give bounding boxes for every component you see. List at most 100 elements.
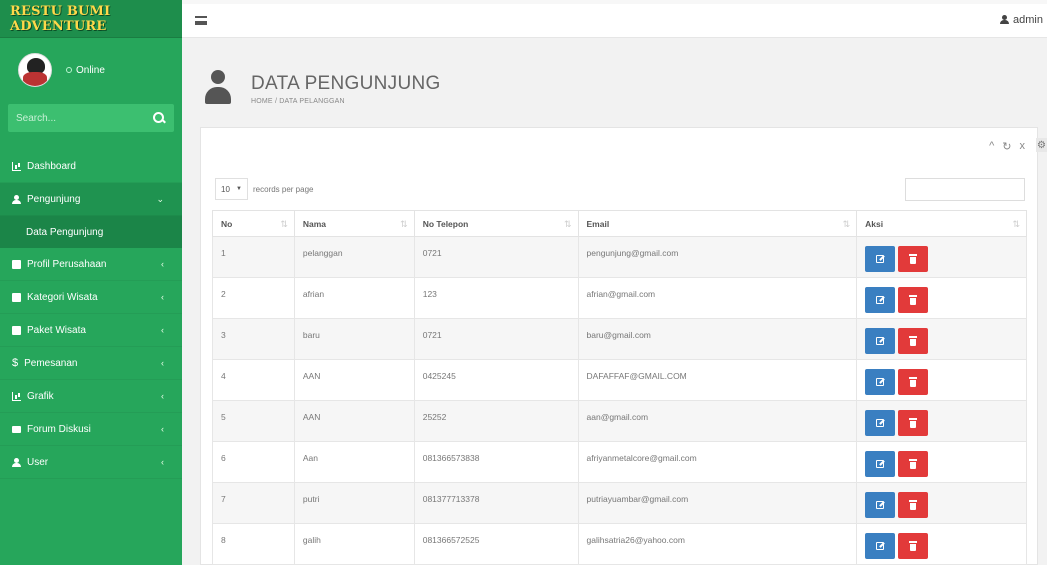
edit-button[interactable] — [865, 246, 896, 272]
chevron-left-icon: ‹ — [161, 391, 164, 401]
collapse-icon[interactable]: ^ — [989, 140, 994, 153]
edit-button[interactable] — [865, 451, 896, 477]
cell-no: 6 — [212, 441, 295, 483]
row-actions — [865, 410, 1018, 436]
user-panel: Online — [0, 38, 182, 102]
row-actions — [865, 328, 1018, 354]
cell-no: 8 — [212, 523, 295, 565]
records-per-page-label: records per page — [253, 184, 314, 194]
sort-icon: ⇅ — [400, 219, 408, 229]
chevron-left-icon: ‹ — [161, 292, 164, 302]
column-header-aksi[interactable]: Aksi ⇅ — [856, 210, 1027, 237]
cell-telepon: 0721 — [413, 236, 579, 278]
table-search-input[interactable] — [905, 178, 1025, 201]
cell-no: 4 — [212, 359, 295, 401]
edit-button[interactable] — [865, 328, 896, 354]
refresh-icon[interactable]: ↻ — [1002, 140, 1011, 153]
sidebar-item-paket-wisata[interactable]: Paket Wisata ‹ — [0, 314, 182, 347]
delete-button[interactable] — [898, 533, 929, 559]
sidebar: RESTU BUMI ADVENTURE Online Dashboard Pe… — [0, 0, 182, 565]
gear-icon[interactable]: ⚙ — [1036, 138, 1047, 152]
cell-aksi — [856, 523, 1027, 565]
sidebar-item-dashboard[interactable]: Dashboard — [0, 150, 182, 183]
cell-aksi — [856, 359, 1027, 401]
column-header-nama[interactable]: Nama ⇅ — [293, 210, 415, 237]
edit-button[interactable] — [865, 287, 896, 313]
cell-no: 7 — [212, 482, 295, 524]
column-header-email[interactable]: Email ⇅ — [577, 210, 858, 237]
brand-logo[interactable]: RESTU BUMI ADVENTURE — [0, 0, 182, 38]
sidebar-item-user[interactable]: User ‹ — [0, 446, 182, 479]
search-icon[interactable] — [152, 111, 166, 125]
close-icon[interactable]: x — [1020, 140, 1026, 153]
sidebar-subitem-data-pengunjung[interactable]: Data Pengunjung — [0, 216, 182, 248]
sort-icon: ⇅ — [563, 219, 572, 229]
edit-button[interactable] — [865, 369, 896, 395]
user-icon — [12, 194, 21, 204]
edit-button[interactable] — [865, 533, 896, 559]
row-actions — [865, 451, 1018, 477]
chevron-left-icon: ‹ — [161, 259, 164, 269]
table-row: 5 AAN 25252 aan@gmail.com — [212, 400, 1027, 442]
online-dot-icon — [66, 67, 72, 73]
edit-button[interactable] — [865, 410, 896, 436]
page-size-select[interactable]: 10 ▼ — [215, 178, 248, 200]
delete-button[interactable] — [898, 246, 929, 272]
sidebar-item-kategori-wisata[interactable]: Kategori Wisata ‹ — [0, 281, 182, 314]
delete-button[interactable] — [898, 287, 929, 313]
sidebar-item-pengunjung[interactable]: Pengunjung ⌄ — [0, 183, 182, 216]
sidebar-search-input[interactable] — [16, 112, 152, 124]
table-row: 1 pelanggan 0721 pengunjung@gmail.com — [212, 236, 1027, 278]
trash-icon — [909, 294, 918, 305]
chevron-left-icon: ‹ — [161, 325, 164, 335]
chart-icon — [12, 391, 21, 401]
sidebar-menu: Dashboard Pengunjung ⌄ Data Pengunjung Pr… — [0, 150, 182, 479]
column-header-no[interactable]: No ⇅ — [212, 210, 295, 237]
user-icon — [1000, 15, 1010, 25]
user-menu[interactable]: admin — [1000, 14, 1043, 26]
sidebar-item-grafik[interactable]: Grafik ‹ — [0, 380, 182, 413]
delete-button[interactable] — [898, 451, 929, 477]
menu-toggle-icon[interactable] — [195, 16, 207, 25]
online-status: Online — [66, 65, 105, 76]
user-icon — [12, 457, 21, 467]
dollar-icon: $ — [12, 356, 19, 369]
cell-telepon: 081366572525 — [413, 523, 579, 565]
table-row: 6 Aan 081366573838 afriyanmetalcore@gmail.c… — [212, 441, 1027, 483]
edit-button[interactable] — [865, 492, 896, 518]
delete-button[interactable] — [898, 492, 929, 518]
sidebar-item-profil-perusahaan[interactable]: Profil Perusahaan ‹ — [0, 248, 182, 281]
sidebar-item-forum-diskusi[interactable]: Forum Diskusi ‹ — [0, 413, 182, 446]
delete-button[interactable] — [898, 328, 929, 354]
trash-icon — [909, 458, 918, 469]
edit-icon — [876, 296, 885, 304]
mail-icon — [12, 425, 21, 433]
cell-no: 3 — [212, 318, 295, 360]
page-header: DATA PENGUNJUNG HOME / DATA PELANGGAN — [205, 66, 441, 116]
cell-nama: galih — [293, 523, 415, 565]
delete-button[interactable] — [898, 410, 929, 436]
row-actions — [865, 287, 1018, 313]
cell-aksi — [856, 400, 1027, 442]
page-title: DATA PENGUNJUNG — [251, 73, 441, 94]
breadcrumb: HOME / DATA PELANGGAN — [251, 98, 345, 105]
user-icon — [205, 70, 231, 108]
trash-icon — [909, 335, 918, 346]
cell-email: aan@gmail.com — [577, 400, 858, 442]
brand-name: RESTU BUMI ADVENTURE — [10, 3, 111, 34]
trash-icon — [909, 499, 918, 510]
delete-button[interactable] — [898, 369, 929, 395]
cell-no: 5 — [212, 400, 295, 442]
panel-tools: ^ ↻ x — [989, 140, 1025, 153]
chevron-left-icon: ‹ — [161, 358, 164, 368]
sidebar-item-pemesanan[interactable]: $ Pemesanan ‹ — [0, 347, 182, 380]
cell-telepon: 081366573838 — [413, 441, 579, 483]
cell-email: afrian@gmail.com — [577, 277, 858, 319]
trash-icon — [909, 540, 918, 551]
column-header-no-telepon[interactable]: No Telepon ⇅ — [413, 210, 579, 237]
cell-no: 2 — [212, 277, 295, 319]
chevron-down-icon: ⌄ — [156, 193, 164, 204]
cell-email: baru@gmail.com — [577, 318, 858, 360]
cell-email: galihsatria26@yahoo.com — [577, 523, 858, 565]
cell-aksi — [856, 482, 1027, 524]
